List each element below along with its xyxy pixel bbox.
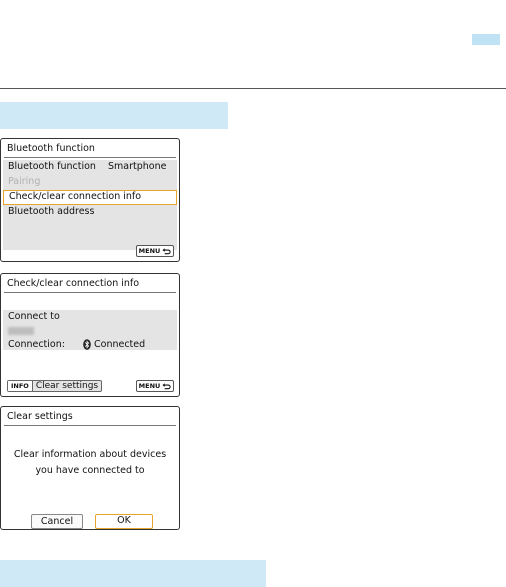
menu-item-label: Bluetooth function [8, 161, 96, 172]
menu-back-button[interactable]: MENU [136, 380, 174, 392]
ok-button[interactable]: OK [95, 514, 153, 529]
menu-back-button[interactable]: MENU [136, 245, 174, 257]
menu-item-value: Smartphone [108, 161, 167, 172]
menu-item-bluetooth-function[interactable]: Bluetooth function Smartphone [3, 160, 177, 175]
menu-button-label: MENU [138, 247, 161, 255]
header-rule [0, 88, 506, 89]
step-heading-band [0, 102, 228, 129]
info-key-tag: INFO [8, 381, 33, 391]
menu-item-bluetooth-address[interactable]: Bluetooth address [3, 205, 177, 220]
message-line: you have connected to [35, 465, 145, 476]
return-arrow-icon [162, 248, 171, 255]
clear-settings-screen: Clear settings Clear information about d… [0, 406, 180, 530]
screen-title: Check/clear connection info [7, 278, 140, 289]
confirmation-message: Clear information about devices you have… [1, 447, 179, 479]
bluetooth-icon [83, 339, 91, 350]
step-heading-band [0, 560, 266, 587]
check-clear-connection-info-screen: Check/clear connection info Connect to C… [0, 273, 180, 397]
clear-settings-info-button[interactable]: INFO Clear settings [7, 380, 103, 392]
cancel-button[interactable]: Cancel [31, 514, 83, 529]
screen-title: Bluetooth function [7, 143, 95, 154]
menu-item-pairing: Pairing [3, 175, 177, 190]
title-divider [4, 292, 176, 293]
screen-title: Clear settings [7, 411, 73, 422]
title-divider [4, 425, 176, 426]
return-arrow-icon [162, 383, 171, 390]
info-button-label: Clear settings [35, 381, 99, 391]
bluetooth-function-screen: Bluetooth function Bluetooth function Sm… [0, 138, 180, 262]
blurred-device-name [8, 327, 34, 335]
menu-item-label: Bluetooth address [8, 206, 95, 217]
section-tab-marker [472, 34, 500, 45]
menu-item-check-clear-connection-info[interactable]: Check/clear connection info [3, 190, 177, 205]
connect-to-label: Connect to [8, 311, 60, 322]
menu-item-label: Check/clear connection info [9, 191, 142, 202]
bluetooth-menu-list: Bluetooth function Smartphone Pairing Ch… [3, 160, 177, 250]
title-divider [4, 157, 176, 158]
message-line: Clear information about devices [13, 449, 167, 460]
menu-item-empty [3, 220, 177, 235]
menu-item-label: Pairing [8, 176, 41, 187]
connection-status-value: Connected [94, 339, 146, 350]
menu-button-label: MENU [138, 382, 161, 390]
connection-label: Connection: [8, 339, 65, 350]
